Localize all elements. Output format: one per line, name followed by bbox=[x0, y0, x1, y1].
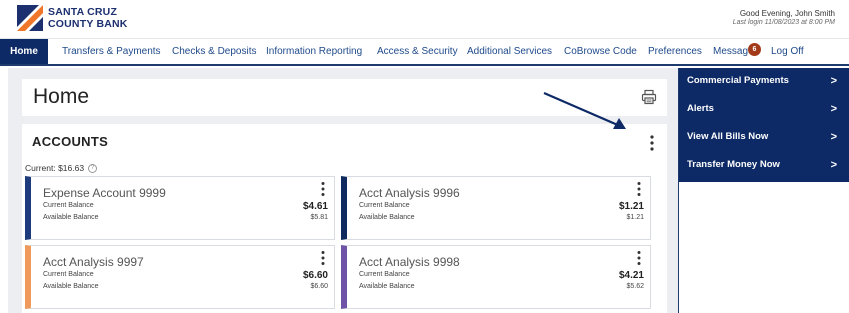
accounts-heading: ACCOUNTS bbox=[32, 134, 109, 149]
sidebar-item-label: Alerts bbox=[687, 103, 714, 114]
nav-item-home[interactable]: Home bbox=[0, 39, 48, 64]
current-balance-label: Current Balance bbox=[359, 202, 410, 209]
bank-name-line1: SANTA CRUZ bbox=[48, 6, 118, 18]
sidebar-item-label: Transfer Money Now bbox=[687, 159, 780, 170]
user-greeting: Good Evening, John Smith Last login 11/0… bbox=[733, 9, 835, 26]
main-nav: Home Transfers & Payments Checks & Depos… bbox=[0, 38, 849, 66]
sidebar-item-label: View All Bills Now bbox=[687, 131, 769, 142]
available-balance-label: Available Balance bbox=[359, 283, 415, 290]
chevron-right-icon: > bbox=[830, 159, 837, 171]
chevron-right-icon: > bbox=[830, 75, 837, 87]
help-circle-icon[interactable]: ? bbox=[88, 163, 98, 173]
nav-item-preferences[interactable]: Preferences bbox=[648, 39, 702, 64]
bank-name: SANTA CRUZ COUNTY BANK bbox=[48, 6, 128, 30]
account-name[interactable]: Acct Analysis 9998 bbox=[359, 255, 460, 269]
available-balance-value: $5.81 bbox=[310, 214, 328, 221]
account-name[interactable]: Acct Analysis 9996 bbox=[359, 186, 460, 200]
printer-icon[interactable] bbox=[641, 89, 657, 105]
sidebar-item-alerts[interactable]: Alerts > bbox=[679, 96, 849, 124]
available-balance-label: Available Balance bbox=[43, 214, 99, 221]
last-login-text: Last login 11/08/2023 at 8:00 PM bbox=[732, 19, 835, 26]
account-tile[interactable]: Acct Analysis 9996 Current Balance Avail… bbox=[341, 176, 651, 240]
nav-item-transfers-payments[interactable]: Transfers & Payments bbox=[62, 39, 161, 64]
nav-item-log-off[interactable]: Log Off bbox=[771, 39, 804, 64]
account-more-options-icon[interactable] bbox=[320, 181, 326, 197]
bank-name-line2: COUNTY BANK bbox=[48, 18, 128, 30]
account-name[interactable]: Expense Account 9999 bbox=[43, 186, 166, 200]
app-header: SANTA CRUZ COUNTY BANK Good Evening, Joh… bbox=[0, 0, 849, 38]
page-title: Home bbox=[33, 85, 90, 108]
account-name[interactable]: Acct Analysis 9997 bbox=[43, 255, 144, 269]
current-balance-value: $4.21 bbox=[618, 270, 644, 281]
sidebar-item-label: Commercial Payments bbox=[687, 75, 789, 86]
current-balance-label: Current Balance bbox=[43, 202, 94, 209]
accounts-more-options-icon[interactable] bbox=[649, 134, 655, 152]
sidebar-item-view-all-bills[interactable]: View All Bills Now > bbox=[679, 124, 849, 152]
annotation-arrow-icon bbox=[543, 91, 626, 129]
accounts-panel: ACCOUNTS Current: $16.63 ? Expense Accou… bbox=[22, 124, 667, 313]
account-more-options-icon[interactable] bbox=[320, 250, 326, 266]
current-balance-label: Current Balance bbox=[359, 271, 410, 278]
bank-logo[interactable]: SANTA CRUZ COUNTY BANK bbox=[17, 5, 128, 31]
available-balance-label: Available Balance bbox=[43, 283, 99, 290]
nav-item-additional-services[interactable]: Additional Services bbox=[467, 39, 552, 64]
sidebar-item-transfer-money[interactable]: Transfer Money Now > bbox=[679, 152, 849, 180]
accounts-current-total: Current: $16.63 ? bbox=[25, 163, 98, 173]
current-total-text: Current: $16.63 bbox=[25, 163, 85, 173]
account-tile[interactable]: Expense Account 9999 Current Balance Ava… bbox=[25, 176, 335, 240]
quick-links-menu: Commercial Payments > Alerts > View All … bbox=[679, 68, 849, 182]
greeting-text: Good Evening, John Smith bbox=[739, 9, 835, 18]
nav-item-checks-deposits[interactable]: Checks & Deposits bbox=[172, 39, 256, 64]
account-more-options-icon[interactable] bbox=[636, 181, 642, 197]
available-balance-value: $1.21 bbox=[626, 214, 644, 221]
chevron-right-icon: > bbox=[830, 103, 837, 115]
current-balance-value: $4.61 bbox=[302, 201, 328, 212]
sidebar-item-commercial-payments[interactable]: Commercial Payments > bbox=[679, 68, 849, 96]
nav-item-cobrowse-code[interactable]: CoBrowse Code bbox=[564, 39, 637, 64]
account-more-options-icon[interactable] bbox=[636, 250, 642, 266]
account-tile[interactable]: Acct Analysis 9997 Current Balance Avail… bbox=[25, 245, 335, 309]
account-tile[interactable]: Acct Analysis 9998 Current Balance Avail… bbox=[341, 245, 651, 309]
chevron-right-icon: > bbox=[830, 131, 837, 143]
messages-count-badge: 6 bbox=[748, 43, 761, 56]
available-balance-value: $6.60 bbox=[310, 283, 328, 290]
current-balance-value: $6.60 bbox=[302, 270, 328, 281]
quick-links-sidebar: Commercial Payments > Alerts > View All … bbox=[678, 68, 849, 313]
available-balance-label: Available Balance bbox=[359, 214, 415, 221]
current-balance-label: Current Balance bbox=[43, 271, 94, 278]
nav-item-information-reporting[interactable]: Information Reporting bbox=[266, 39, 362, 64]
logo-mark-icon bbox=[17, 5, 43, 31]
available-balance-value: $5.62 bbox=[626, 283, 644, 290]
current-balance-value: $1.21 bbox=[618, 201, 644, 212]
nav-item-access-security[interactable]: Access & Security bbox=[377, 39, 458, 64]
